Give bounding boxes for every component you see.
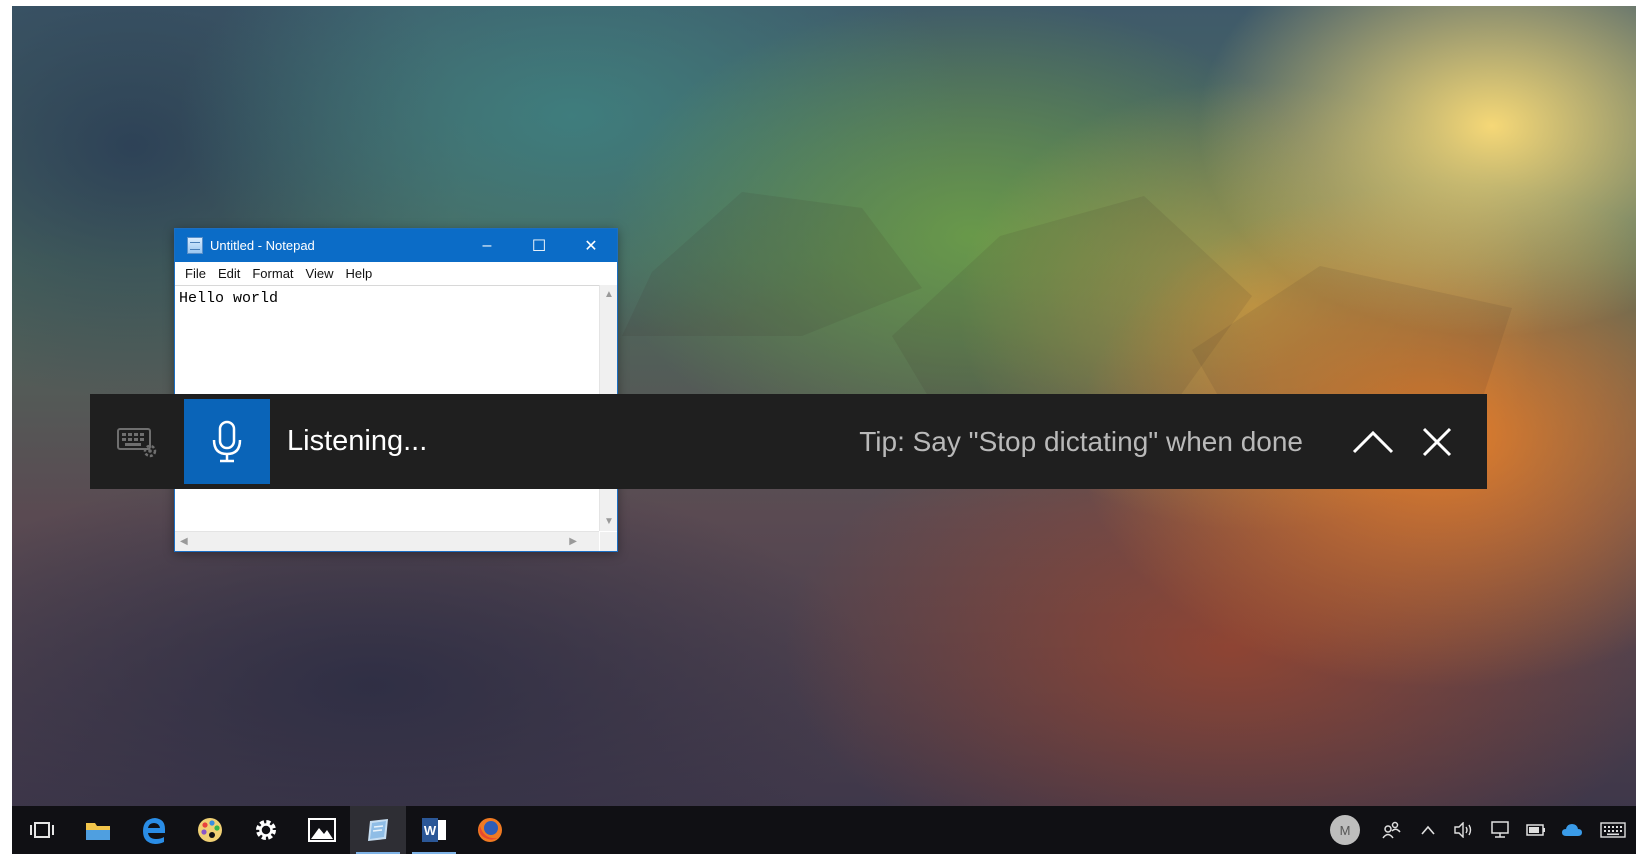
task-view-button[interactable] (14, 806, 70, 854)
show-hidden-icons-button[interactable] (1410, 806, 1446, 854)
notepad-icon (187, 237, 203, 254)
battery-button[interactable] (1518, 806, 1554, 854)
onedrive-button[interactable] (1554, 806, 1590, 854)
wallpaper-shape (892, 196, 1252, 396)
taskbar: W M (12, 806, 1636, 854)
paint-button[interactable] (182, 806, 238, 854)
scroll-right-icon[interactable]: ▶ (569, 536, 577, 547)
system-tray: M (1330, 806, 1636, 854)
palette-icon (198, 818, 222, 842)
avatar[interactable]: M (1330, 815, 1360, 845)
notepad-title-bar[interactable]: Untitled - Notepad – ☐ ✕ (175, 229, 617, 262)
firefox-button[interactable] (462, 806, 518, 854)
task-view-icon (30, 822, 54, 838)
firefox-icon (478, 818, 502, 842)
dictation-toolbar: Listening... Tip: Say "Stop dictating" w… (90, 394, 1487, 489)
dictation-status: Listening... (287, 425, 428, 457)
collapse-button[interactable] (1341, 394, 1405, 489)
menu-file[interactable]: File (179, 266, 212, 281)
minimize-button[interactable]: – (461, 229, 513, 262)
dictation-settings-button[interactable] (90, 394, 184, 489)
chevron-up-small-icon (1421, 825, 1435, 835)
chevron-up-icon (1352, 430, 1394, 453)
people-button[interactable] (1374, 806, 1410, 854)
keyboard-settings-icon (117, 427, 157, 457)
edge-button[interactable] (126, 806, 182, 854)
menu-view[interactable]: View (300, 266, 340, 281)
resize-grip[interactable] (600, 532, 617, 551)
people-icon (1382, 821, 1401, 839)
photos-button[interactable] (294, 806, 350, 854)
onedrive-icon (1562, 824, 1582, 836)
folder-icon (86, 823, 110, 840)
edge-icon (143, 818, 165, 844)
notepad-app-icon (368, 819, 388, 841)
gear-icon (256, 820, 276, 840)
scroll-up-icon[interactable]: ▲ (604, 289, 614, 300)
microphone-button[interactable] (184, 399, 270, 484)
wallpaper-shape (622, 192, 922, 336)
word-taskbar-button[interactable]: W (406, 806, 462, 854)
volume-button[interactable] (1446, 806, 1482, 854)
notepad-taskbar-button[interactable] (350, 806, 406, 854)
dictation-tip: Tip: Say "Stop dictating" when done (859, 425, 1303, 457)
microphone-icon (212, 420, 242, 462)
menu-format[interactable]: Format (246, 266, 299, 281)
close-button[interactable]: ✕ (565, 229, 617, 262)
menu-bar: File Edit Format View Help (175, 262, 617, 284)
touch-keyboard-button[interactable] (1590, 806, 1636, 854)
menu-help[interactable]: Help (339, 266, 378, 281)
network-icon (1491, 821, 1509, 838)
maximize-button[interactable]: ☐ (513, 229, 565, 262)
notepad-window[interactable]: Untitled - Notepad – ☐ ✕ File Edit Forma… (174, 228, 618, 552)
close-icon (1422, 427, 1452, 456)
close-dictation-button[interactable] (1405, 394, 1469, 489)
menu-edit[interactable]: Edit (212, 266, 246, 281)
network-button[interactable] (1482, 806, 1518, 854)
word-icon: W (422, 818, 446, 842)
scroll-left-icon[interactable]: ◀ (180, 536, 188, 547)
photos-icon (308, 818, 336, 842)
battery-icon (1526, 824, 1545, 836)
file-explorer-button[interactable] (70, 806, 126, 854)
settings-button[interactable] (238, 806, 294, 854)
horizontal-scrollbar[interactable]: ◀ ▶ (175, 531, 599, 551)
window-title: Untitled - Notepad (210, 238, 315, 253)
svg-text:W: W (424, 823, 437, 838)
desktop: Untitled - Notepad – ☐ ✕ File Edit Forma… (12, 6, 1636, 854)
touch-keyboard-icon (1600, 822, 1626, 838)
scroll-down-icon[interactable]: ▼ (604, 516, 614, 527)
volume-icon (1454, 822, 1472, 838)
